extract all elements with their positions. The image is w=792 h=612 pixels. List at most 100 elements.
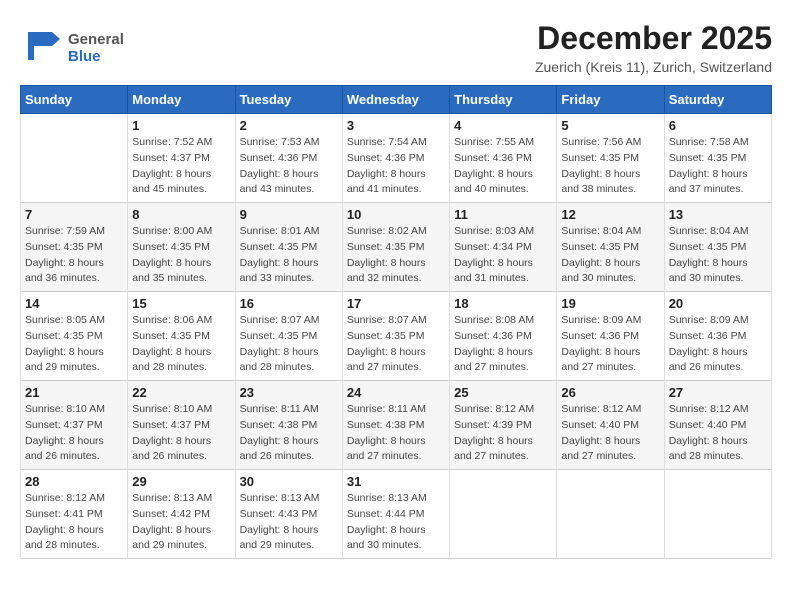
weekday-header-thursday: Thursday	[450, 86, 557, 114]
day-number: 6	[669, 118, 767, 133]
calendar-cell: 14 Sunrise: 8:05 AM Sunset: 4:35 PM Dayli…	[21, 292, 128, 381]
calendar-cell: 6 Sunrise: 7:58 AM Sunset: 4:35 PM Daylig…	[664, 114, 771, 203]
weekday-header-tuesday: Tuesday	[235, 86, 342, 114]
calendar-cell: 4 Sunrise: 7:55 AM Sunset: 4:36 PM Daylig…	[450, 114, 557, 203]
day-number: 16	[240, 296, 338, 311]
day-info: Sunrise: 7:59 AM Sunset: 4:35 PM Dayligh…	[25, 224, 123, 287]
day-info: Sunrise: 8:05 AM Sunset: 4:35 PM Dayligh…	[25, 313, 123, 376]
calendar-cell: 22Sunrise: 8:10 AM Sunset: 4:37 PM Dayli…	[128, 381, 235, 470]
day-number: 21	[25, 385, 123, 400]
day-info: Sunrise: 8:00 AM Sunset: 4:35 PM Dayligh…	[132, 224, 230, 287]
day-info: Sunrise: 8:02 AM Sunset: 4:35 PM Dayligh…	[347, 224, 445, 287]
calendar-cell: 23 Sunrise: 8:11 AM Sunset: 4:38 PM Dayli…	[235, 381, 342, 470]
calendar-cell: 29 Sunrise: 8:13 AM Sunset: 4:42 PM Dayli…	[128, 470, 235, 559]
calendar-cell: 15Sunrise: 8:06 AM Sunset: 4:35 PM Dayli…	[128, 292, 235, 381]
day-number: 11	[454, 207, 552, 222]
day-number: 10	[347, 207, 445, 222]
calendar-cell: 30 Sunrise: 8:13 AM Sunset: 4:43 PM Dayli…	[235, 470, 342, 559]
day-info: Sunrise: 7:54 AM Sunset: 4:36 PM Dayligh…	[347, 135, 445, 198]
day-number: 13	[669, 207, 767, 222]
weekday-header-monday: Monday	[128, 86, 235, 114]
calendar-cell: 19 Sunrise: 8:09 AM Sunset: 4:36 PM Dayli…	[557, 292, 664, 381]
calendar-cell: 8 Sunrise: 8:00 AM Sunset: 4:35 PM Daylig…	[128, 203, 235, 292]
weekday-header-sunday: Sunday	[21, 86, 128, 114]
logo-text: General Blue	[68, 32, 124, 65]
calendar-cell	[557, 470, 664, 559]
day-info: Sunrise: 8:12 AM Sunset: 4:39 PM Dayligh…	[454, 402, 552, 465]
day-info: Sunrise: 8:08 AM Sunset: 4:36 PM Dayligh…	[454, 313, 552, 376]
day-number: 8	[132, 207, 230, 222]
day-info: Sunrise: 7:58 AM Sunset: 4:35 PM Dayligh…	[669, 135, 767, 198]
day-number: 2	[240, 118, 338, 133]
location-subtitle: Zuerich (Kreis 11), Zurich, Switzerland	[535, 59, 772, 75]
day-number: 5	[561, 118, 659, 133]
week-row-2: 7Sunrise: 7:59 AM Sunset: 4:35 PM Daylig…	[21, 203, 772, 292]
calendar-cell: 1 Sunrise: 7:52 AM Sunset: 4:37 PM Daylig…	[128, 114, 235, 203]
day-info: Sunrise: 7:53 AM Sunset: 4:36 PM Dayligh…	[240, 135, 338, 198]
calendar-cell: 2 Sunrise: 7:53 AM Sunset: 4:36 PM Daylig…	[235, 114, 342, 203]
calendar-cell: 28Sunrise: 8:12 AM Sunset: 4:41 PM Dayli…	[21, 470, 128, 559]
calendar-cell: 12Sunrise: 8:04 AM Sunset: 4:35 PM Dayli…	[557, 203, 664, 292]
day-info: Sunrise: 8:12 AM Sunset: 4:40 PM Dayligh…	[669, 402, 767, 465]
day-info: Sunrise: 8:10 AM Sunset: 4:37 PM Dayligh…	[25, 402, 123, 465]
day-number: 14	[25, 296, 123, 311]
day-info: Sunrise: 8:12 AM Sunset: 4:41 PM Dayligh…	[25, 491, 123, 554]
day-number: 1	[132, 118, 230, 133]
day-number: 12	[561, 207, 659, 222]
day-info: Sunrise: 8:13 AM Sunset: 4:43 PM Dayligh…	[240, 491, 338, 554]
day-info: Sunrise: 8:09 AM Sunset: 4:36 PM Dayligh…	[669, 313, 767, 376]
calendar-cell: 24Sunrise: 8:11 AM Sunset: 4:38 PM Dayli…	[342, 381, 449, 470]
calendar-cell: 18 Sunrise: 8:08 AM Sunset: 4:36 PM Dayli…	[450, 292, 557, 381]
day-info: Sunrise: 8:04 AM Sunset: 4:35 PM Dayligh…	[669, 224, 767, 287]
calendar-cell: 27 Sunrise: 8:12 AM Sunset: 4:40 PM Dayli…	[664, 381, 771, 470]
day-info: Sunrise: 8:01 AM Sunset: 4:35 PM Dayligh…	[240, 224, 338, 287]
day-number: 18	[454, 296, 552, 311]
day-info: Sunrise: 8:11 AM Sunset: 4:38 PM Dayligh…	[240, 402, 338, 465]
day-number: 27	[669, 385, 767, 400]
day-number: 29	[132, 474, 230, 489]
week-row-1: 1 Sunrise: 7:52 AM Sunset: 4:37 PM Daylig…	[21, 114, 772, 203]
day-info: Sunrise: 8:12 AM Sunset: 4:40 PM Dayligh…	[561, 402, 659, 465]
page-header: General Blue December 2025 Zuerich (Krei…	[20, 20, 772, 75]
day-info: Sunrise: 7:56 AM Sunset: 4:35 PM Dayligh…	[561, 135, 659, 198]
day-info: Sunrise: 8:11 AM Sunset: 4:38 PM Dayligh…	[347, 402, 445, 465]
day-number: 3	[347, 118, 445, 133]
day-number: 19	[561, 296, 659, 311]
day-number: 17	[347, 296, 445, 311]
calendar-cell: 10 Sunrise: 8:02 AM Sunset: 4:35 PM Dayli…	[342, 203, 449, 292]
weekday-header-saturday: Saturday	[664, 86, 771, 114]
day-info: Sunrise: 8:13 AM Sunset: 4:44 PM Dayligh…	[347, 491, 445, 554]
day-number: 15	[132, 296, 230, 311]
day-info: Sunrise: 8:07 AM Sunset: 4:35 PM Dayligh…	[240, 313, 338, 376]
day-number: 26	[561, 385, 659, 400]
calendar-cell: 20 Sunrise: 8:09 AM Sunset: 4:36 PM Dayli…	[664, 292, 771, 381]
calendar-cell: 13 Sunrise: 8:04 AM Sunset: 4:35 PM Dayli…	[664, 203, 771, 292]
day-info: Sunrise: 8:07 AM Sunset: 4:35 PM Dayligh…	[347, 313, 445, 376]
calendar-cell: 26 Sunrise: 8:12 AM Sunset: 4:40 PM Dayli…	[557, 381, 664, 470]
calendar-cell: 21 Sunrise: 8:10 AM Sunset: 4:37 PM Dayli…	[21, 381, 128, 470]
day-number: 30	[240, 474, 338, 489]
week-row-4: 21 Sunrise: 8:10 AM Sunset: 4:37 PM Dayli…	[21, 381, 772, 470]
day-info: Sunrise: 7:52 AM Sunset: 4:37 PM Dayligh…	[132, 135, 230, 198]
calendar-cell: 5 Sunrise: 7:56 AM Sunset: 4:35 PM Daylig…	[557, 114, 664, 203]
calendar-cell: 11 Sunrise: 8:03 AM Sunset: 4:34 PM Dayli…	[450, 203, 557, 292]
day-info: Sunrise: 8:03 AM Sunset: 4:34 PM Dayligh…	[454, 224, 552, 287]
day-info: Sunrise: 8:13 AM Sunset: 4:42 PM Dayligh…	[132, 491, 230, 554]
logo-general: General	[68, 32, 124, 49]
day-number: 23	[240, 385, 338, 400]
logo-blue: Blue	[68, 49, 124, 66]
day-number: 4	[454, 118, 552, 133]
month-title: December 2025	[535, 20, 772, 57]
day-info: Sunrise: 8:10 AM Sunset: 4:37 PM Dayligh…	[132, 402, 230, 465]
week-row-3: 14 Sunrise: 8:05 AM Sunset: 4:35 PM Dayli…	[21, 292, 772, 381]
calendar-cell: 3 Sunrise: 7:54 AM Sunset: 4:36 PM Daylig…	[342, 114, 449, 203]
calendar-cell: 25Sunrise: 8:12 AM Sunset: 4:39 PM Dayli…	[450, 381, 557, 470]
weekday-header-friday: Friday	[557, 86, 664, 114]
day-info: Sunrise: 7:55 AM Sunset: 4:36 PM Dayligh…	[454, 135, 552, 198]
weekday-header-wednesday: Wednesday	[342, 86, 449, 114]
day-number: 20	[669, 296, 767, 311]
calendar-cell	[450, 470, 557, 559]
calendar-cell: 9Sunrise: 8:01 AM Sunset: 4:35 PM Daylig…	[235, 203, 342, 292]
calendar-cell	[21, 114, 128, 203]
day-info: Sunrise: 8:09 AM Sunset: 4:36 PM Dayligh…	[561, 313, 659, 376]
